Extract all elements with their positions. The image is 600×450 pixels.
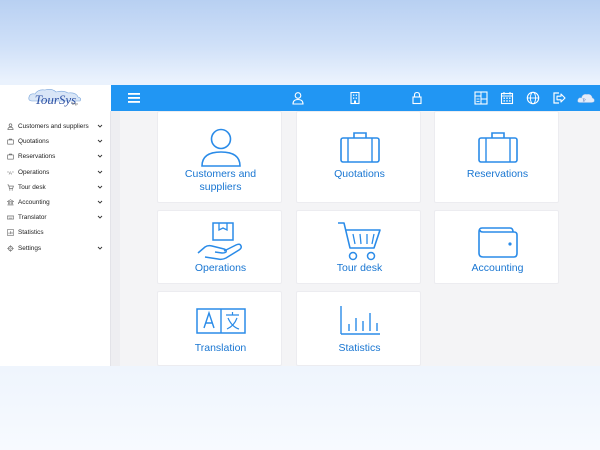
app-window: TourSys Trip Tr Customers and suppliers … xyxy=(0,85,600,366)
sidebar: Customers and suppliers Quotations Reser… xyxy=(0,111,111,366)
tile-label: Operations xyxy=(194,262,247,274)
menu-icon[interactable] xyxy=(126,90,142,106)
briefcase-icon xyxy=(7,153,15,161)
sidebar-item-label: Quotations xyxy=(18,138,49,146)
chevron-down-icon[interactable] xyxy=(97,245,103,251)
user-icon xyxy=(158,126,283,168)
user-icon[interactable] xyxy=(290,90,306,106)
sidebar-item-label: Accounting xyxy=(18,199,50,207)
keyboard-icon xyxy=(7,214,15,222)
top-bar: TourSys Trip Tr xyxy=(0,85,600,111)
chevron-down-icon[interactable] xyxy=(97,199,103,205)
sidebar-item-operations[interactable]: "A" Operations xyxy=(0,165,110,180)
sidebar-item-statistics[interactable]: Statistics xyxy=(0,225,110,240)
tile-translation[interactable]: Translation xyxy=(157,291,282,366)
wallet-icon xyxy=(435,223,560,259)
lock-icon[interactable] xyxy=(409,90,425,106)
cloud-logo-icon[interactable]: Tr xyxy=(576,90,596,106)
svg-text:"A": "A" xyxy=(7,170,14,176)
tile-statistics[interactable]: Statistics xyxy=(296,291,421,366)
chevron-down-icon[interactable] xyxy=(97,214,103,220)
gear-icon xyxy=(7,244,15,252)
svg-text:Tr: Tr xyxy=(582,98,586,103)
tile-label: suppliers xyxy=(199,181,242,193)
tile-label: Reservations xyxy=(466,168,529,180)
briefcase-icon xyxy=(297,130,422,164)
chevron-down-icon[interactable] xyxy=(97,169,103,175)
sidebar-item-settings[interactable]: Settings xyxy=(0,241,110,256)
sidebar-item-reservations[interactable]: Reservations xyxy=(0,149,110,164)
tile-label: Customers and xyxy=(184,168,257,180)
sidebar-item-label: Customers and suppliers xyxy=(18,123,89,131)
sidebar-item-label: Translator xyxy=(18,214,47,222)
operations-icon: "A" xyxy=(7,168,15,176)
briefcase-icon xyxy=(7,138,15,146)
sidebar-item-tour-desk[interactable]: Tour desk xyxy=(0,180,110,195)
sidebar-item-label: Tour desk xyxy=(18,183,46,191)
chevron-down-icon[interactable] xyxy=(97,184,103,190)
user-icon xyxy=(7,123,15,131)
tile-label: Quotations xyxy=(334,168,385,180)
sidebar-item-quotations[interactable]: Quotations xyxy=(0,134,110,149)
tile-accounting[interactable]: Accounting xyxy=(434,210,559,284)
bank-icon xyxy=(7,199,15,207)
cart-icon xyxy=(7,183,15,191)
tile-tour-desk[interactable]: Tour desk xyxy=(296,210,421,284)
box-hand-icon xyxy=(158,221,283,261)
sidebar-item-label: Reservations xyxy=(18,153,56,161)
logo-subtext: Trip xyxy=(71,101,78,106)
calendar-icon[interactable] xyxy=(499,90,515,106)
sidebar-item-label: Statistics xyxy=(18,229,44,237)
tile-label: Tour desk xyxy=(336,262,383,274)
tile-label: Translation xyxy=(194,342,247,354)
logo[interactable]: TourSys Trip xyxy=(0,85,111,111)
cart-icon xyxy=(297,220,422,262)
tile-reservations[interactable]: Reservations xyxy=(434,111,559,203)
globe-icon[interactable] xyxy=(525,90,541,106)
tile-label: Accounting xyxy=(471,262,524,274)
translate-icon xyxy=(158,307,283,335)
building-icon[interactable] xyxy=(347,90,363,106)
tile-customers-and-suppliers[interactable]: Customers and suppliers xyxy=(157,111,282,203)
sidebar-item-label: Settings xyxy=(18,244,42,252)
sidebar-item-translator[interactable]: Translator xyxy=(0,210,110,225)
tile-quotations[interactable]: Quotations xyxy=(296,111,421,203)
briefcase-icon xyxy=(435,130,560,164)
tile-operations[interactable]: Operations xyxy=(157,210,282,284)
sidebar-item-customers-and-suppliers[interactable]: Customers and suppliers xyxy=(0,119,110,134)
chevron-down-icon[interactable] xyxy=(97,138,103,144)
logout-icon[interactable] xyxy=(551,90,567,106)
sidebar-item-label: Operations xyxy=(18,168,50,176)
tile-label: Statistics xyxy=(338,342,381,354)
dashboard-content: Customers and suppliers Quotations Reser… xyxy=(111,111,600,366)
dashboard-icon[interactable] xyxy=(473,90,489,106)
chevron-down-icon[interactable] xyxy=(97,153,103,159)
content-gutter xyxy=(111,111,120,366)
chevron-down-icon[interactable] xyxy=(97,123,103,129)
bar-chart-icon xyxy=(297,304,422,336)
chart-icon xyxy=(7,229,15,237)
logo-text: TourSys xyxy=(34,92,77,107)
sidebar-item-accounting[interactable]: Accounting xyxy=(0,195,110,210)
